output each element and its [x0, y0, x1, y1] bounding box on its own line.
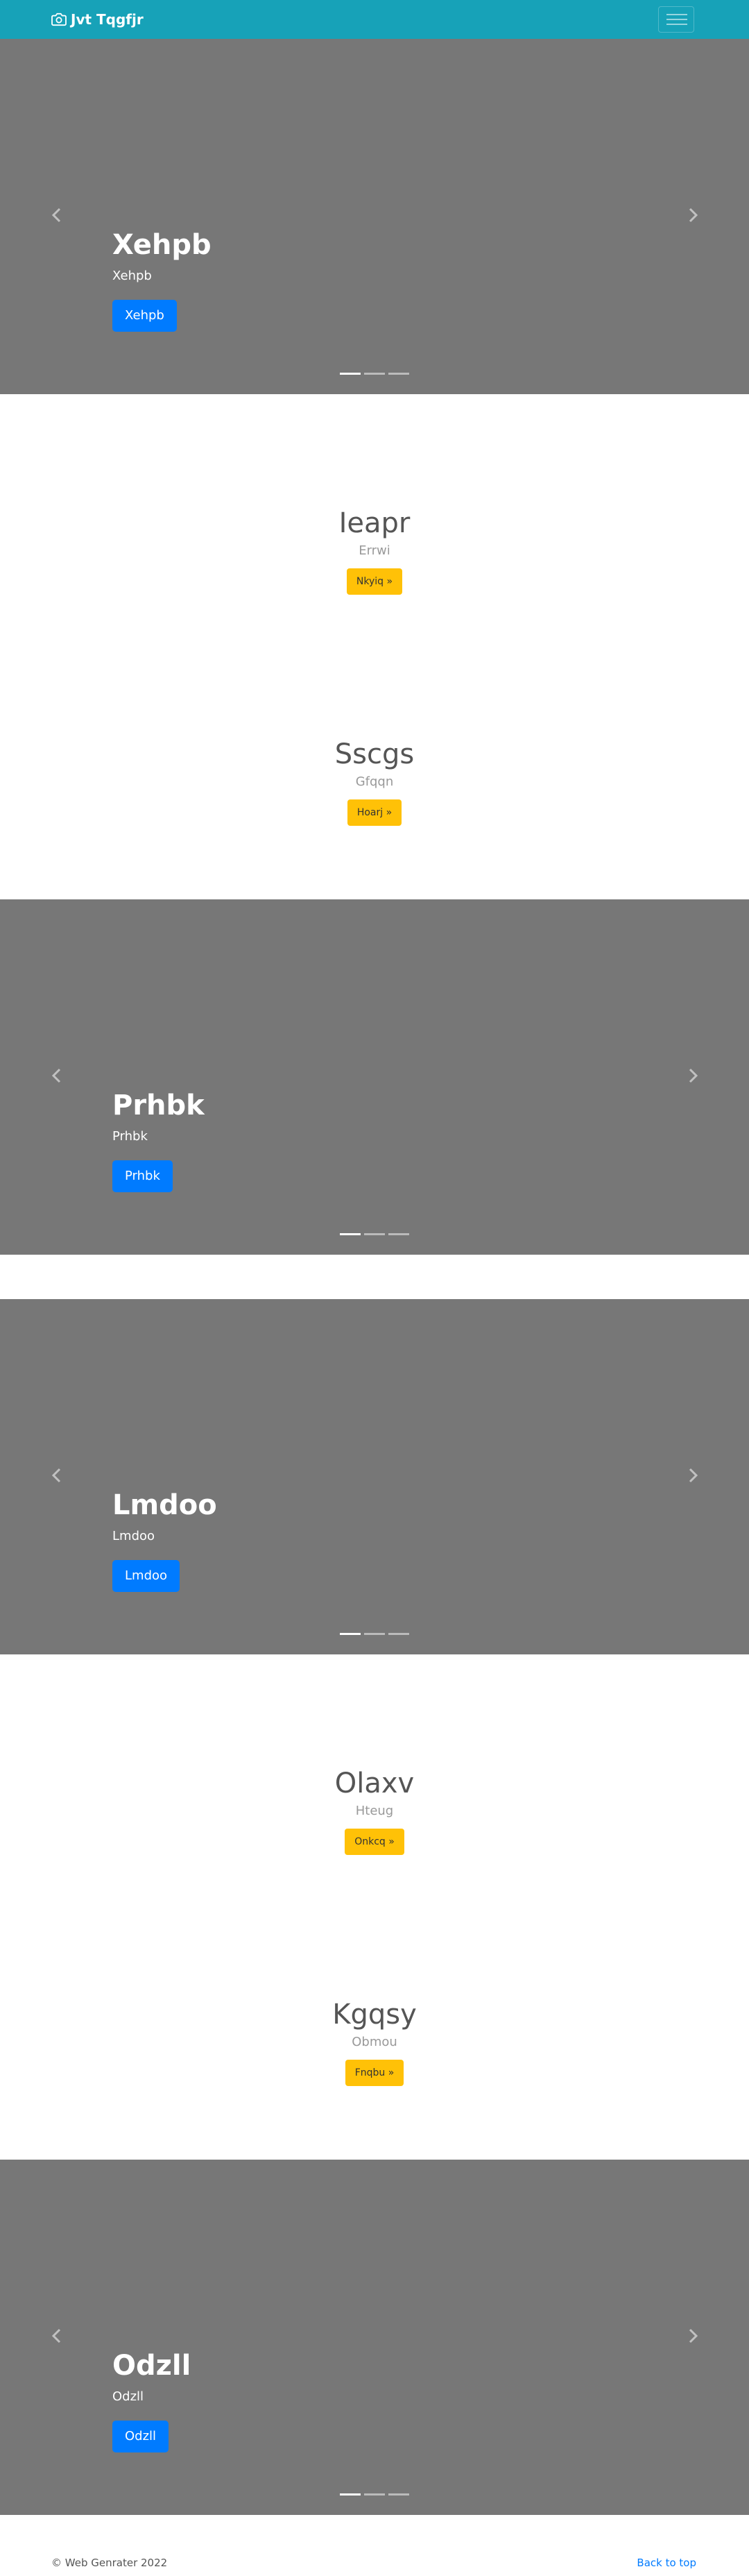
carousel-subtitle: Prhbk — [112, 1129, 148, 1144]
feature-subtitle: Gfqqn — [355, 774, 394, 789]
chevron-left-icon — [51, 2328, 61, 2344]
carousel-title: Lmdoo — [112, 1489, 217, 1521]
carousel-indicator[interactable] — [364, 373, 385, 375]
carousel-button[interactable]: Xehpb — [112, 300, 177, 332]
carousel-indicators — [340, 2493, 409, 2496]
feature-title: Ieapr — [338, 507, 411, 539]
carousel-next-control[interactable] — [685, 1467, 701, 1484]
carousel-indicator[interactable] — [340, 1233, 361, 1235]
back-to-top-link[interactable]: Back to top — [637, 2557, 696, 2569]
feature-title: Kgqsy — [332, 1999, 417, 2031]
chevron-left-icon — [51, 1468, 61, 1483]
carousel-prev-control[interactable] — [49, 1067, 65, 1084]
chevron-right-icon — [689, 1068, 698, 1083]
carousel-next-control[interactable] — [685, 1067, 701, 1084]
feature-button[interactable]: Fnqbu » — [345, 2060, 404, 2086]
footer: © Web Genrater 2022 Back to top — [0, 2554, 749, 2576]
brand-name: Jvt Tqgfjr — [71, 11, 144, 28]
feature-subtitle: Obmou — [352, 2035, 397, 2049]
navbar-toggler-button[interactable] — [658, 6, 694, 33]
carousel-indicator[interactable] — [340, 1633, 361, 1635]
feature-title: Olaxv — [334, 1768, 415, 1799]
carousel-indicator[interactable] — [388, 1633, 409, 1635]
carousel: Lmdoo Lmdoo Lmdoo — [0, 1299, 749, 1654]
copyright-text: © Web Genrater 2022 — [51, 2557, 168, 2569]
carousel-indicators — [340, 373, 409, 375]
chevron-right-icon — [689, 1468, 698, 1483]
carousel-indicator[interactable] — [388, 2493, 409, 2496]
carousel-title: Xehpb — [112, 229, 212, 261]
carousel-indicator[interactable] — [340, 373, 361, 375]
carousel-indicator[interactable] — [364, 1633, 385, 1635]
feature-block: Sscgs Gfqqn Hoarj » — [0, 737, 749, 848]
carousel-indicator[interactable] — [364, 1233, 385, 1235]
feature-block: Ieapr Errwi Nkyiq » — [0, 506, 749, 617]
carousel-title: Odzll — [112, 2350, 191, 2382]
carousel-indicator[interactable] — [388, 373, 409, 375]
feature-button[interactable]: Hoarj » — [347, 799, 402, 826]
feature-title: Sscgs — [334, 738, 415, 770]
feature-block: Olaxv Hteug Onkcq » — [0, 1766, 749, 1877]
carousel-prev-control[interactable] — [49, 207, 65, 223]
feature-block: Kgqsy Obmou Fnqbu » — [0, 1997, 749, 2108]
carousel-indicator[interactable] — [388, 1233, 409, 1235]
feature-button[interactable]: Onkcq » — [345, 1829, 404, 1855]
chevron-right-icon — [689, 2328, 698, 2344]
carousel-subtitle: Odzll — [112, 2389, 144, 2404]
carousel-indicators — [340, 1633, 409, 1635]
chevron-right-icon — [689, 207, 698, 223]
feature-subtitle: Hteug — [355, 1804, 394, 1818]
carousel-subtitle: Lmdoo — [112, 1529, 155, 1543]
carousel-next-control[interactable] — [685, 207, 701, 223]
carousel-indicators — [340, 1233, 409, 1235]
carousel: Odzll Odzll Odzll — [0, 2160, 749, 2515]
carousel: Prhbk Prhbk Prhbk — [0, 899, 749, 1255]
feature-button[interactable]: Nkyiq » — [346, 568, 403, 595]
carousel-subtitle: Xehpb — [112, 269, 152, 283]
carousel-title: Prhbk — [112, 1090, 205, 1121]
carousel-indicator[interactable] — [364, 2493, 385, 2496]
camera-icon — [51, 12, 67, 26]
chevron-left-icon — [51, 1068, 61, 1083]
navbar: Jvt Tqgfjr — [0, 0, 749, 39]
carousel-prev-control[interactable] — [49, 2328, 65, 2344]
carousel-prev-control[interactable] — [49, 1467, 65, 1484]
carousel-button[interactable]: Lmdoo — [112, 1560, 180, 1592]
chevron-left-icon — [51, 207, 61, 223]
carousel-button[interactable]: Prhbk — [112, 1160, 173, 1192]
brand-link[interactable]: Jvt Tqgfjr — [51, 11, 144, 28]
carousel-indicator[interactable] — [340, 2493, 361, 2496]
feature-subtitle: Errwi — [359, 543, 390, 558]
carousel-next-control[interactable] — [685, 2328, 701, 2344]
carousel: Xehpb Xehpb Xehpb — [0, 39, 749, 394]
carousel-button[interactable]: Odzll — [112, 2421, 169, 2452]
